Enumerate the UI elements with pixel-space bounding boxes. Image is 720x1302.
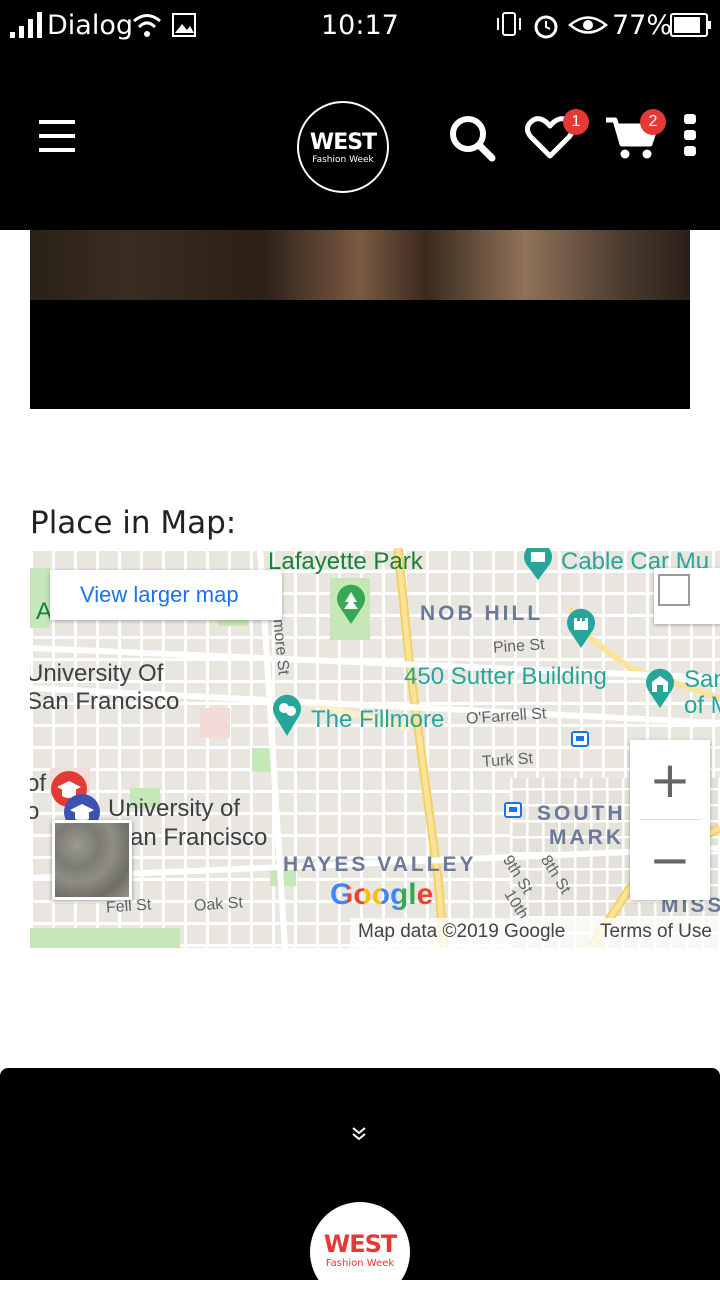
battery-icon [670, 13, 711, 37]
map-label-fillmore: The Fillmore [311, 706, 445, 733]
fullscreen-icon [658, 574, 690, 606]
map-label-university-sf-2: San Francisco [30, 688, 180, 715]
map-label-south-2: MARK [549, 826, 624, 849]
status-bar: Dialog 10:17 77% [0, 0, 720, 52]
museum-pin-icon [524, 548, 552, 580]
map-attribution: Map data ©2019 Google Terms of Use [350, 918, 720, 948]
map-label-turk-st: Turk St [481, 750, 534, 771]
header-logo[interactable]: WEST Fashion Week [297, 101, 389, 193]
map-data-text: Map data ©2019 Google [358, 921, 566, 942]
alarm-icon [534, 15, 558, 39]
map-label-university-sf-1: University Of [30, 660, 164, 687]
clock: 10:17 [321, 10, 399, 41]
carrier-name: Dialog [47, 10, 133, 41]
map-label-hayes-valley: HAYES VALLEY [283, 853, 477, 876]
fullscreen-button[interactable] [654, 568, 720, 624]
map-label-san-2: of M [684, 692, 720, 719]
zoom-in-button[interactable]: + [630, 740, 710, 820]
eye-icon [568, 16, 608, 34]
map-label-o-left: o [30, 798, 40, 825]
map-label-450-sutter: 450 Sutter Building [404, 663, 607, 690]
header-logo-title: WEST [309, 129, 377, 155]
map-label-pine-st: Pine St [492, 636, 546, 657]
castle-pin-icon [567, 608, 595, 648]
video-player[interactable] [30, 230, 690, 409]
hamburger-menu-icon[interactable] [39, 120, 75, 152]
zoom-out-button[interactable]: − [630, 820, 710, 900]
map-label-of-left: of [30, 770, 47, 797]
transit-icon [571, 731, 589, 747]
satellite-toggle[interactable] [52, 820, 132, 900]
map-label-university-of-2: an Francisco [130, 824, 268, 851]
map-label-lafayette: Lafayette Park [268, 548, 423, 575]
footer-logo-subtitle: Fashion Week [325, 1257, 395, 1269]
map-label-san-1: San [684, 666, 720, 693]
battery-percent: 77% [612, 10, 673, 41]
place-in-map-title: Place in Map: [30, 505, 237, 541]
video-frame-image [30, 230, 690, 300]
map-label-university-of-1: University of [108, 795, 241, 822]
google-logo: Google [330, 878, 433, 912]
wishlist-count-badge: 1 [563, 109, 589, 135]
cart-count-badge: 2 [640, 109, 666, 135]
park-pin-icon [337, 584, 365, 624]
footer-logo[interactable]: WEST Fashion Week [310, 1202, 410, 1302]
map-label-oak-st: Oak St [193, 894, 244, 915]
double-chevron-down-icon[interactable] [351, 1126, 367, 1142]
zoom-controls: + − [630, 740, 710, 900]
google-map[interactable]: Lafayette Park Cable Car Mu NOB HILL Pin… [30, 548, 720, 948]
view-larger-map-link[interactable]: View larger map [80, 582, 239, 608]
search-icon[interactable] [448, 114, 496, 162]
terms-of-use-link[interactable]: Terms of Use [600, 921, 712, 943]
map-label-nob-hill: NOB HILL [420, 602, 544, 625]
kebab-menu-icon[interactable] [683, 114, 697, 156]
signal-icon [10, 12, 42, 38]
vibrate-icon [497, 12, 521, 36]
image-icon [172, 13, 196, 37]
wifi-icon [133, 14, 161, 37]
transit-icon-2 [504, 802, 522, 818]
footer: WEST Fashion Week [0, 1068, 720, 1302]
map-label-south-1: SOUTH [537, 802, 626, 825]
view-larger-map-card: View larger map [50, 570, 282, 620]
google-logo-text: Google [330, 878, 434, 911]
theater-pin-icon [273, 694, 301, 736]
landmark-pin-icon [646, 668, 674, 708]
app-header: WEST Fashion Week 1 2 [0, 52, 720, 230]
footer-logo-title: WEST [323, 1229, 398, 1258]
header-logo-subtitle: Fashion Week [312, 154, 374, 165]
